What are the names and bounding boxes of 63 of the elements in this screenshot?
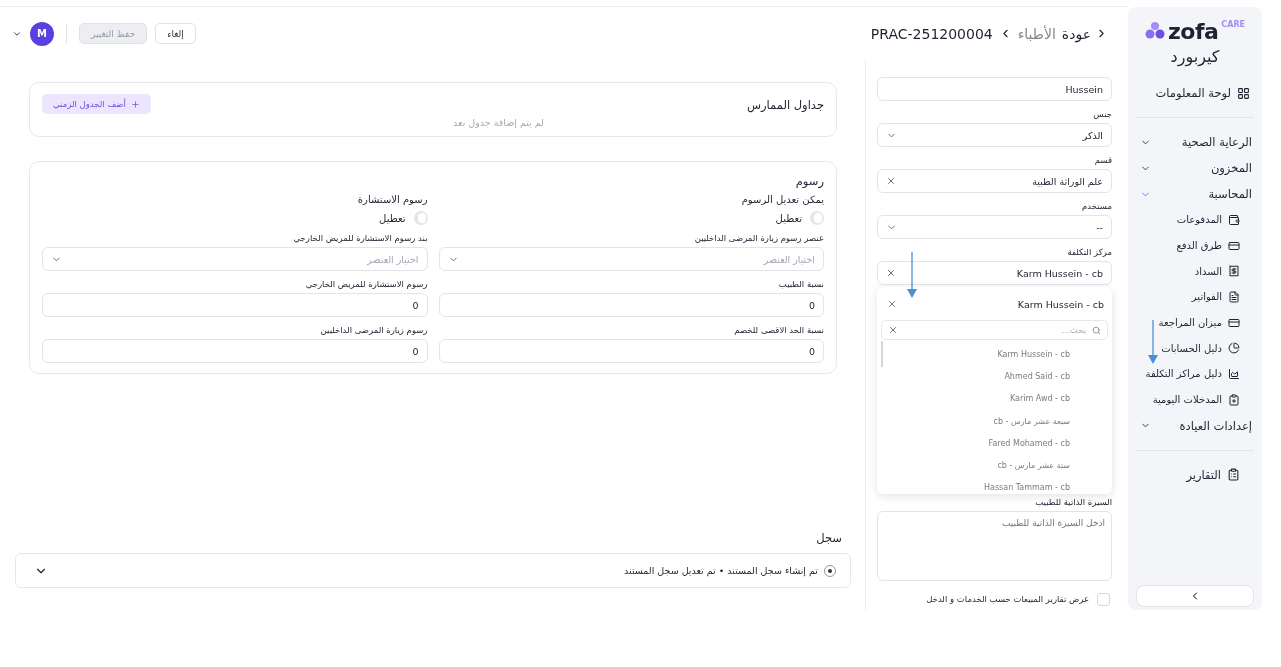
dropdown-option[interactable]: Fared Mohamed - cb xyxy=(881,432,1108,455)
sidebar-item[interactable]: السداد xyxy=(1136,258,1254,285)
toggle-label: تعطيل xyxy=(775,212,802,224)
dropdown-option[interactable]: Hassan Tammam - cb xyxy=(881,476,1108,494)
sidebar-group[interactable]: المخزون xyxy=(1136,155,1254,181)
card-title: جداول الممارس xyxy=(746,98,824,112)
user-avatar[interactable]: M xyxy=(30,21,54,46)
sidebar-item[interactable]: الفواتير xyxy=(1136,284,1254,310)
log-entry[interactable]: تم إنشاء سجل المستند • تم تعديل سجل المستند xyxy=(15,553,851,588)
sidebar-item[interactable]: المدخلات اليومية xyxy=(1136,386,1254,413)
dropdown-option[interactable]: سبعة عشر مارس - cb xyxy=(881,409,1108,433)
breadcrumb-link[interactable]: الأطباء xyxy=(1017,25,1056,42)
empty-message: لم يتم إضافة جدول بعد xyxy=(453,117,544,128)
sidebar-item[interactable]: ميزان المراجعة xyxy=(1136,309,1254,336)
checkbox-label: عرض تقارير المبيعات حسب الخدمات و الدخل xyxy=(926,594,1089,605)
card-title: رسوم xyxy=(794,174,824,188)
select-field[interactable]: Karm Hussein - cb xyxy=(877,261,1112,285)
selected-option: Karm Hussein - cb xyxy=(1017,298,1104,310)
sidebar-item[interactable]: دليل مراكز التكلفة xyxy=(1136,361,1254,387)
page-title: PRAC-251200004 xyxy=(870,25,993,42)
field-label: نسبة الحد الاقصى للخصم xyxy=(733,325,824,336)
log-text: تم إنشاء سجل المستند • تم تعديل سجل المستند xyxy=(624,565,818,576)
select-field[interactable]: -- xyxy=(877,215,1112,239)
field-label: نسبة الطبيب xyxy=(777,279,824,290)
dropdown-option[interactable]: Karm Hussein - cb xyxy=(881,343,1108,366)
sidebar-item[interactable]: التقارير xyxy=(1136,461,1254,488)
brand-name: كيربورد xyxy=(1169,47,1221,66)
field-label: مستخدم xyxy=(1081,201,1112,212)
sidebar-item[interactable]: دليل الحسابات xyxy=(1136,335,1254,362)
dropdown-option[interactable]: Karim Awd - cb xyxy=(881,387,1108,410)
field-label: جنس xyxy=(1092,109,1112,120)
input-field[interactable]: 0 xyxy=(42,293,428,317)
sidebar-group[interactable]: إعدادات العيادة xyxy=(1136,412,1254,439)
dropdown-option[interactable]: ستة عشر مارس - cb xyxy=(881,454,1108,477)
section-title: رسوم الاستشارة xyxy=(356,194,428,205)
field-label: السيرة الذاتية للطبيب xyxy=(1034,497,1112,508)
add-schedule-button[interactable]: أضف الجدول الزمني xyxy=(42,94,151,114)
input-field[interactable]: 0 xyxy=(438,339,824,363)
section-title: سجل xyxy=(815,531,843,545)
logo-text: zofa xyxy=(1168,21,1219,43)
sidebar-item[interactable]: لوحة المعلومات xyxy=(1136,80,1254,106)
bio-field[interactable]: ادخل السيرة الذاتية للطبيب xyxy=(877,511,1112,581)
sidebar-group[interactable]: الرعاية الصحية xyxy=(1136,129,1254,155)
sidebar-group[interactable]: المحاسبة xyxy=(1136,181,1254,207)
field-label: مركز التكلفة xyxy=(1066,247,1112,258)
sidebar-item[interactable]: المدفوعات xyxy=(1136,207,1254,233)
toggle-label: تعطيل xyxy=(379,212,406,224)
input-field[interactable]: 0 xyxy=(438,293,824,317)
field-label: رسوم زيارة المرضى الداخليين xyxy=(319,325,428,336)
field-label: قسم xyxy=(1093,155,1112,166)
select-field[interactable]: الذكر xyxy=(877,123,1112,147)
input-field[interactable]: Hussein xyxy=(877,77,1112,101)
sidebar-item[interactable]: طرق الدفع xyxy=(1136,232,1254,259)
logo-tagline: CARE xyxy=(1221,20,1245,29)
cancel-button[interactable]: إلغاء xyxy=(155,23,196,44)
back-link[interactable]: عودة xyxy=(1061,25,1108,42)
select-field[interactable]: علم الوراثة الطبية xyxy=(877,169,1112,193)
field-label: عنصر رسوم زيارة المرضى الداخليين xyxy=(693,233,824,244)
field-label: بند رسوم الاستشارة للمريض الخارجي xyxy=(292,233,428,244)
dropdown-option[interactable]: Ahmed Said - cb xyxy=(881,365,1108,388)
field-label: رسوم الاستشارة للمريض الخارجي xyxy=(304,279,428,290)
input-field[interactable]: 0 xyxy=(42,339,428,363)
section-title: يمكن تعديل الرسوم xyxy=(740,194,824,205)
